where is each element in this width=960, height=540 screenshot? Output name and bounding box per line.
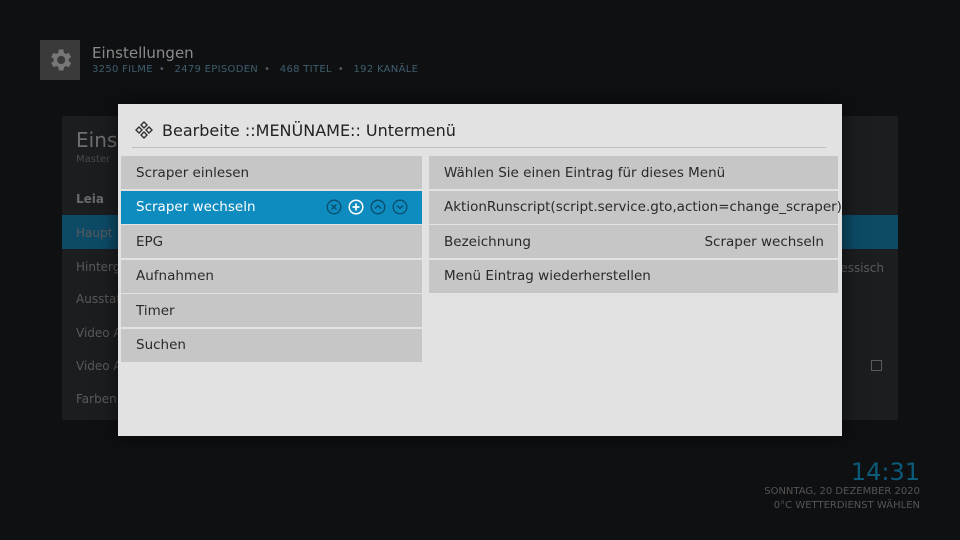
menu-item-epg[interactable]: EPG	[121, 225, 422, 258]
settings-row[interactable]: Video A	[76, 326, 122, 340]
clock: 14:31	[850, 458, 920, 486]
label-property[interactable]: Bezeichnung Scraper wechseln	[429, 225, 838, 258]
menu-item-scraper-einlesen[interactable]: Scraper einlesen	[121, 156, 422, 189]
item-properties-list: Wählen Sie einen Eintrag für dieses Menü…	[429, 156, 842, 294]
date: SONNTAG, 20 DEZEMBER 2020	[764, 486, 920, 497]
menu-item-label: EPG	[136, 233, 164, 250]
menu-item-timer[interactable]: Timer	[121, 294, 422, 327]
stat-channels: 192 KANÄLE	[353, 64, 419, 75]
move-up-icon[interactable]	[370, 199, 386, 215]
settings-row[interactable]: Video A	[76, 359, 122, 373]
choose-entry-button[interactable]: Wählen Sie einen Eintrag für dieses Menü	[429, 156, 838, 189]
label-value: Scraper wechseln	[704, 233, 824, 250]
settings-row[interactable]: Hinterg	[76, 260, 120, 274]
restore-entry-button[interactable]: Menü Eintrag wiederherstellen	[429, 259, 838, 293]
property-label: Bezeichnung	[444, 233, 531, 250]
dialog-header: Bearbeite ::MENÜNAME:: Untermenü	[134, 120, 456, 140]
library-stats: 3250 FILME • 2479 EPISODEN • 468 TITEL • 19…	[92, 64, 419, 75]
settings-row[interactable]: Ausstat	[76, 292, 121, 306]
menu-item-label: Scraper einlesen	[136, 164, 250, 181]
property-label: Menü Eintrag wiederherstellen	[444, 268, 651, 284]
app-title: Einstellungen	[92, 44, 194, 62]
property-label: Aktion	[444, 199, 487, 215]
section-subtitle: Master	[76, 154, 111, 165]
remove-icon[interactable]	[326, 199, 342, 215]
menu-item-label: Scraper wechseln	[136, 199, 256, 215]
checkbox[interactable]	[871, 360, 882, 371]
action-property[interactable]: Aktion Runscript(script.service.gto,acti…	[429, 190, 842, 224]
settings-gear-icon	[40, 40, 80, 80]
menu-item-label: Suchen	[136, 337, 186, 353]
settings-row-value: essisch	[840, 261, 884, 275]
property-label: Wählen Sie einen Eintrag für dieses Menü	[444, 164, 726, 181]
menu-item-scraper-wechseln[interactable]: Scraper wechseln	[121, 190, 422, 224]
stat-movies: 3250 FILME	[92, 64, 153, 75]
action-value: Runscript(script.service.gto,action=chan…	[486, 199, 842, 215]
add-icon[interactable]	[348, 198, 364, 215]
edit-submenu-dialog: Bearbeite ::MENÜNAME:: Untermenü Scraper…	[118, 104, 842, 436]
move-down-icon[interactable]	[392, 199, 408, 215]
menu-item-aufnahmen[interactable]: Aufnahmen	[121, 259, 422, 293]
menu-item-label: Timer	[136, 302, 175, 319]
settings-row[interactable]: Haupt	[76, 226, 112, 240]
stat-titles: 468 TITEL	[279, 64, 332, 75]
menu-item-label: Aufnahmen	[136, 268, 214, 284]
header-divider	[132, 147, 826, 148]
submenu-list: Scraper einlesen Scraper wechseln EPG Au…	[121, 156, 422, 363]
stat-episodes: 2479 EPISODEN	[174, 64, 259, 75]
settings-row[interactable]: Farben	[76, 392, 117, 406]
item-controls	[326, 198, 408, 215]
menu-item-suchen[interactable]: Suchen	[121, 328, 422, 362]
weather: 0°C WETTERDIENST WÄHLEN	[773, 500, 920, 511]
dialog-title: Bearbeite ::MENÜNAME:: Untermenü	[162, 120, 456, 140]
settings-row[interactable]: Leia	[76, 192, 104, 206]
kodi-logo-icon	[134, 120, 154, 140]
